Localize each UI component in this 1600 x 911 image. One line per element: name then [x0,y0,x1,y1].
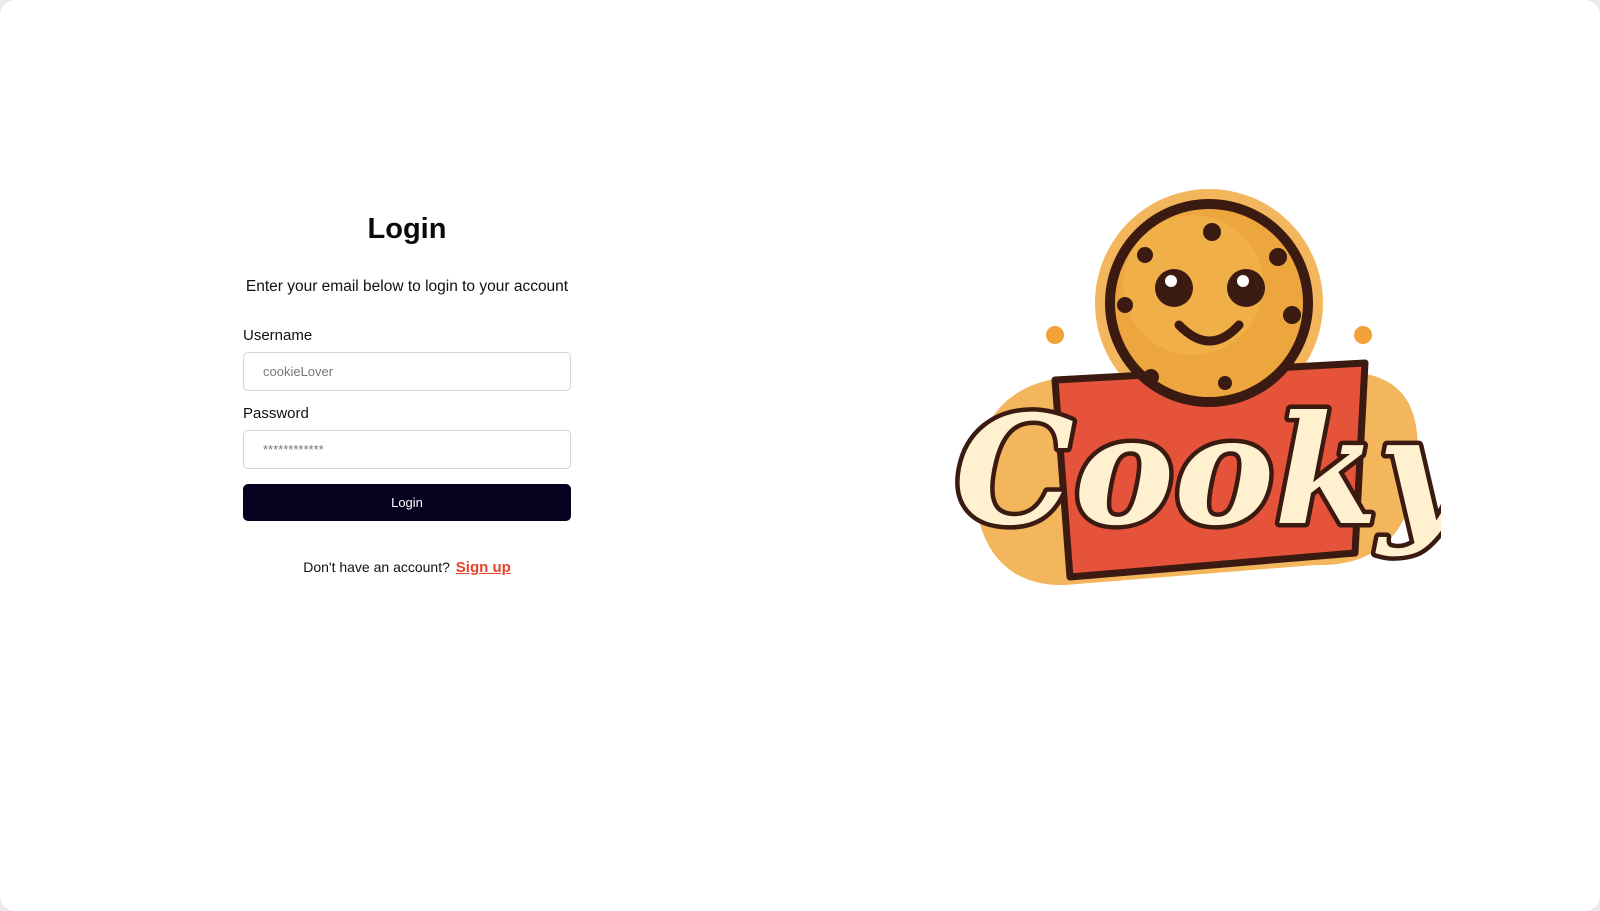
login-form: Login Enter your email below to login to… [243,205,571,576]
signup-prompt: Don't have an account? [303,559,450,575]
signup-link[interactable]: Sign up [456,559,511,576]
password-input[interactable] [243,430,571,469]
password-label: Password [243,405,309,422]
logo-dot-right [1354,326,1372,344]
username-label: Username [243,327,313,344]
username-input[interactable] [243,352,571,391]
login-subtitle: Enter your email below to login to your … [245,278,569,295]
smiling-cookie-icon [1105,199,1313,407]
app-window: Login Enter your email below to login to… [0,0,1600,911]
cooky-logo: Cooky [955,189,1441,586]
logo-wordmark: Cooky [955,383,1441,559]
login-button[interactable]: Login [243,484,571,521]
logo-dot-left [1046,326,1064,344]
page-title: Login [367,213,447,245]
signup-prompt-row: Don't have an account? Sign up [243,559,571,576]
